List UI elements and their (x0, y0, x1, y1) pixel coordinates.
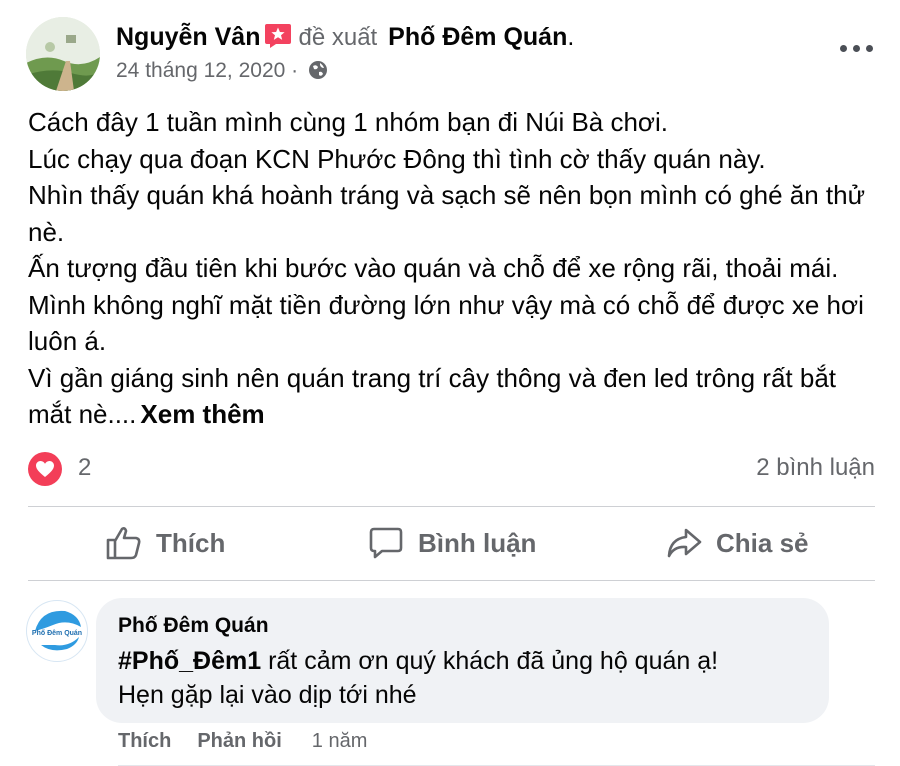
comment-like-button[interactable]: Thích (118, 730, 171, 752)
page-logo-text: Phố Đêm Quán (32, 629, 82, 637)
comment-reply-button[interactable]: Phản hồi (197, 730, 281, 752)
post-line-3: Nhìn thấy quán khá hoành tráng và sạch s… (28, 180, 865, 247)
comment-line-1-text: rất cảm ơn quý khách đã ủng hộ quán ạ! (261, 647, 719, 675)
avatar-image (26, 17, 100, 91)
share-button[interactable]: Chia sẻ (666, 508, 809, 578)
love-reaction-icon[interactable] (28, 452, 62, 486)
comment-line-1: #Phố_Đêm1 rất cảm ơn quý khách đã ủng hộ… (118, 644, 818, 678)
post-line-4: Ấn tượng đầu tiên khi bước vào quán và c… (28, 253, 839, 283)
post-header: Nguyễn Vân đề xuất Phố Đêm Quán. 24 tháng… (26, 17, 886, 91)
post-line-1: Cách đây 1 tuần mình cùng 1 nhóm bạn đi … (28, 107, 668, 137)
globe-icon[interactable] (308, 60, 328, 86)
comment-label: Bình luận (418, 527, 537, 558)
recommends-text: đề xuất (298, 24, 378, 51)
more-options-icon[interactable] (840, 39, 874, 59)
page-logo-icon: Phố Đêm Quán (28, 602, 86, 660)
reactions-row: 2 2 bình luận (28, 451, 875, 487)
comment-actions: Thích Phản hồi 1 năm (118, 730, 367, 753)
post-date[interactable]: 24 tháng 12, 2020 · (116, 59, 298, 82)
commenter-avatar[interactable]: Phố Đêm Quán (26, 600, 88, 662)
comment-item: Phố Đêm Quán Phố Đêm Quán #Phố_Đêm1 rất … (26, 598, 886, 758)
divider-bottom (28, 580, 875, 581)
thumbs-up-icon (106, 527, 141, 560)
recommend-star-icon (264, 23, 292, 49)
page-link[interactable]: Phố Đêm Quán (388, 23, 567, 51)
share-label: Chia sẻ (716, 527, 809, 558)
comment-hashtag[interactable]: #Phố_Đêm1 (118, 647, 261, 675)
post-line-2: Lúc chạy qua đoạn KCN Phước Đông thì tìn… (28, 143, 766, 174)
post-actions: Thích Bình luận Chia sẻ (28, 508, 875, 578)
comment-time[interactable]: 1 năm (312, 730, 368, 752)
like-button[interactable]: Thích (106, 508, 225, 578)
comment-count[interactable]: 2 bình luận (756, 454, 875, 482)
comment-bubble: Phố Đêm Quán #Phố_Đêm1 rất cảm ơn quý kh… (96, 598, 829, 723)
comment-bubble-icon (369, 527, 403, 559)
post-line-6: Vì gần giáng sinh nên quán trang trí cây… (28, 360, 873, 433)
see-more-link[interactable]: Xem thêm (140, 399, 264, 429)
comment-button[interactable]: Bình luận (368, 508, 536, 578)
author-name[interactable]: Nguyễn Vân (116, 23, 260, 51)
post-body: Cách đây 1 tuần mình cùng 1 nhóm bạn đi … (28, 104, 873, 433)
commenter-name[interactable]: Phố Đêm Quán (118, 614, 269, 638)
comment-line-2: Hẹn gặp lại vào dịp tới nhé (118, 681, 417, 709)
like-label: Thích (156, 527, 226, 558)
page-link-period: . (567, 23, 575, 51)
author-avatar[interactable] (26, 17, 100, 91)
divider-top (28, 506, 875, 507)
comment-text: #Phố_Đêm1 rất cảm ơn quý khách đã ủng hộ… (118, 644, 818, 712)
share-arrow-icon (667, 528, 702, 558)
reaction-count[interactable]: 2 (78, 454, 91, 482)
post-meta: 24 tháng 12, 2020 · (116, 59, 328, 86)
post-line-5: Mình không nghĩ mặt tiền đường lớn như v… (28, 289, 864, 357)
author-line: Nguyễn Vân đề xuất Phố Đêm Quán. (116, 20, 574, 55)
